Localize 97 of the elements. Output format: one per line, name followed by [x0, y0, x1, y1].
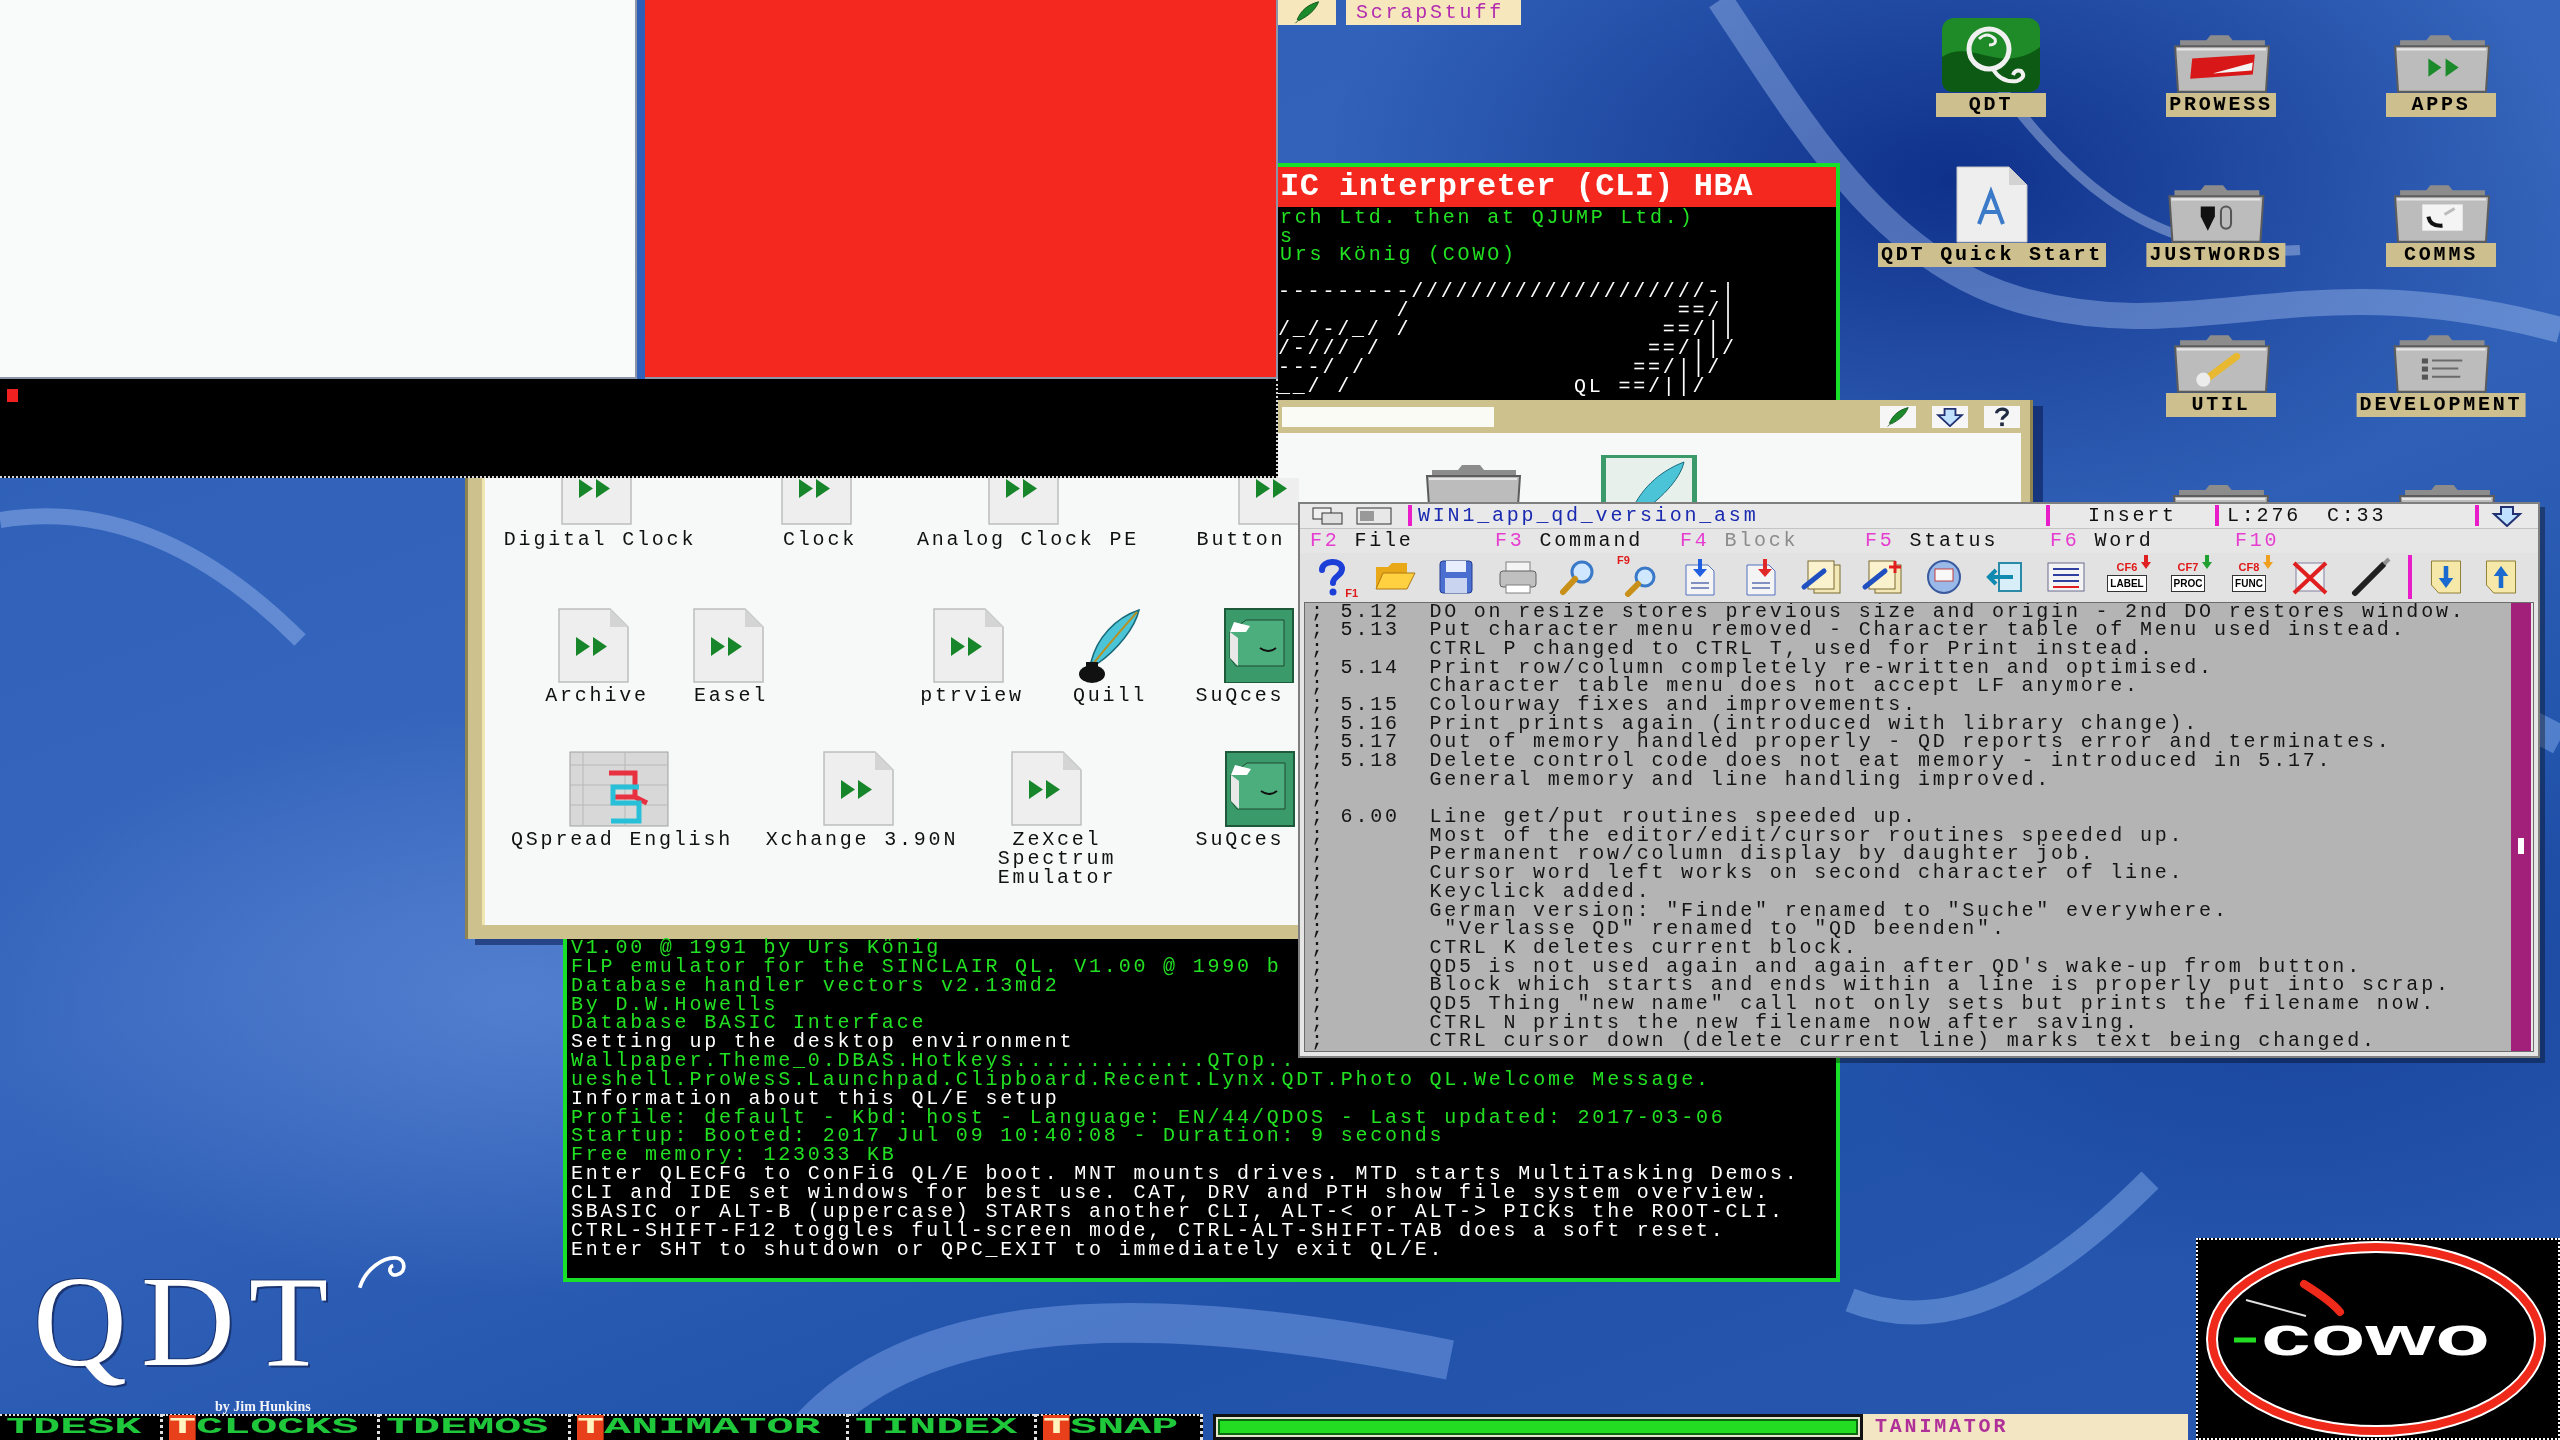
mode-indicator: Insert: [2088, 504, 2177, 527]
ascii-art-line: ---------////////////////////-|: [1278, 281, 1737, 301]
open-box-icon[interactable]: [1225, 751, 1295, 827]
logo-text: cowo: [2261, 1316, 2490, 1356]
scrap-tab[interactable]: ScrapStuff: [1346, 0, 1521, 25]
icon-label: Quill: [1073, 686, 1147, 705]
find-next-button[interactable]: F9: [1615, 555, 1663, 600]
program-file-icon[interactable]: [986, 478, 1060, 525]
console-line: Enter QLECFG to ConFiG QL/E boot. MNT mounts drives. MTD starts MultiTasking Demos.: [571, 1165, 1800, 1184]
help-button[interactable]: F1: [1310, 555, 1358, 600]
program-file-icon[interactable]: [821, 751, 895, 827]
ascii-art-line: ---/ / ==/||/: [1278, 357, 1723, 377]
pen-icon: [2349, 557, 2393, 598]
icon-label: COMMS: [2386, 243, 2496, 267]
ascii-art-line: __/ / QL ==/||/: [1278, 376, 1708, 396]
folder-icon[interactable]: [2391, 182, 2491, 243]
icon-label: Analog Clock PE: [917, 530, 1139, 549]
console-line: FLP emulator for the SINCLAIR QL. V1.00 @ 1990 b: [571, 957, 1282, 977]
folder-icon[interactable]: [2171, 32, 2271, 93]
program-file-icon[interactable]: [556, 608, 630, 683]
down-arrow-icon: [1935, 406, 1965, 427]
app-logo-icon[interactable]: [1941, 17, 2041, 93]
icon-label: Clock: [783, 530, 857, 549]
icon-label: Xchange 3.90N: [765, 830, 959, 849]
icon-label: PROWESS: [2166, 93, 2276, 117]
icon-label: SuQces: [1195, 686, 1285, 705]
cursor-icon: [7, 389, 18, 402]
taskbar-button[interactable]: TDESK: [0, 1414, 163, 1440]
console-line: SBASIC or ALT-B (uppercase) STARTs another CLI, ALT-< or ALT-> PICKs the ROOT-CLI.: [571, 1202, 1785, 1222]
console-line: Enter SHT to shutdown or QPC_EXIT to immediately exit QL/E.: [571, 1240, 1445, 1260]
ascii-art-line: / ==/|: [1396, 300, 1737, 320]
column-number: C:33: [2327, 504, 2387, 527]
line-number: L:276: [2227, 504, 2301, 527]
icon-label: Easel: [694, 686, 768, 705]
program-file-icon[interactable]: [931, 608, 1005, 683]
folder-icon[interactable]: [2166, 182, 2266, 243]
icon-label: QSpread English: [511, 830, 733, 849]
console-line: V1.00 @ 1991 by Urs König: [571, 939, 942, 958]
taskbar-button[interactable]: TINDEX: [849, 1414, 1037, 1440]
menu-item[interactable]: F2 File: [1310, 529, 1495, 552]
console-line: s: [1280, 227, 1295, 246]
feather-button[interactable]: [1880, 405, 1916, 428]
console-line: ueshell.ProWesS.Launchpad.Clipboard.Recent.Lynx.QDT.Photo QL.Welcome Message.: [571, 1070, 1711, 1090]
window-icon[interactable]: [1356, 506, 1392, 525]
down-arrow-icon[interactable]: [2490, 504, 2523, 527]
icon-label: UTIL: [2166, 393, 2276, 417]
input-field[interactable]: [1282, 406, 1494, 427]
spreadsheet-icon[interactable]: [569, 751, 669, 827]
program-file-icon[interactable]: [559, 478, 633, 525]
icon-label: DEVELOPMENT: [2356, 393, 2526, 417]
feather-icon[interactable]: [1278, 0, 1336, 25]
icon-label: JUSTWORDS: [2146, 243, 2286, 267]
logo-text: QDT: [33, 1248, 343, 1395]
question-mark-icon: [1993, 406, 2011, 427]
tag-button[interactable]: CF6 LABEL: [2103, 555, 2151, 600]
ascii-art-line: /-/// / ==/||/: [1278, 338, 1737, 358]
console-line: Wallpaper.Theme_0.DBAS.Hotkeys.............QTop..: [571, 1052, 1297, 1071]
console-line: Urs König (COWO): [1280, 246, 1517, 265]
console-line: CTRL-SHIFT-F12 toggles full-screen mode, CTRL-ALT-SHIFT-TAB does a soft reset.: [571, 1221, 1726, 1241]
menu-item[interactable]: F5 Status: [1865, 529, 2050, 552]
program-file-icon[interactable]: [779, 478, 853, 525]
task-label: TANIMATOR: [1863, 1414, 2188, 1440]
program-file-icon[interactable]: [1009, 751, 1083, 827]
icon-label: Digital Clock: [503, 530, 697, 549]
menu-item[interactable]: F3 Command: [1495, 529, 1680, 552]
console-line: rch Ltd. then at QJUMP Ltd.): [1280, 209, 1695, 228]
window-stack-icon[interactable]: [1312, 506, 1344, 525]
taskbar-button[interactable]: TDEMOS: [380, 1414, 571, 1440]
folder-icon[interactable]: [2171, 332, 2271, 393]
quill-icon[interactable]: [1077, 608, 1140, 683]
help-button[interactable]: [1984, 405, 2020, 428]
icon-label: ZeXcel Spectrum Emulator: [996, 830, 1118, 887]
icon-label: ptrview: [920, 686, 1024, 705]
console-line: Database handler vectors v2.13md2: [571, 976, 1060, 996]
logo-byline: by Jim Hunkins: [215, 1400, 311, 1414]
document-icon[interactable]: [1955, 166, 2029, 243]
icon-label: Archive: [545, 686, 649, 705]
taskbar-button[interactable]: TCLOCKS: [163, 1414, 380, 1440]
icon-label: Button: [1196, 530, 1286, 549]
icon-label: QDT Quick Start: [1878, 243, 2106, 267]
ascii-art-line: /_/-/_/ / ==/||: [1278, 319, 1737, 339]
file-name: WIN1_app_qd_version_asm: [1418, 504, 1759, 527]
tag-button[interactable]: CF8 FUNC: [2225, 555, 2273, 600]
down-arrow-button[interactable]: [1932, 405, 1968, 428]
menu-item[interactable]: F6 Word: [2050, 529, 2235, 552]
taskbar-button[interactable]: TSNAP: [1037, 1414, 1203, 1440]
icon-label: SuQces: [1195, 830, 1285, 849]
console-line: Startup: Booted: 2017 Jul 09 10:40:08 - Duration: 9 seconds: [571, 1127, 1445, 1147]
window-title: IC interpreter (CLI) HBA: [1278, 167, 1836, 207]
console-line: CLI and IDE set windows for best use. CAT, DRV and PTH show file system overview.: [571, 1183, 1770, 1203]
open-box-icon[interactable]: [1224, 608, 1294, 683]
icon-label: QDT: [1936, 93, 2046, 117]
tag-button[interactable]: CF7 PROC: [2164, 555, 2212, 600]
console-line: Information about this QL/E setup: [571, 1089, 1060, 1109]
program-file-icon[interactable]: [1236, 478, 1299, 525]
icon-label: APPS: [2386, 93, 2496, 117]
program-file-icon[interactable]: [691, 608, 765, 683]
